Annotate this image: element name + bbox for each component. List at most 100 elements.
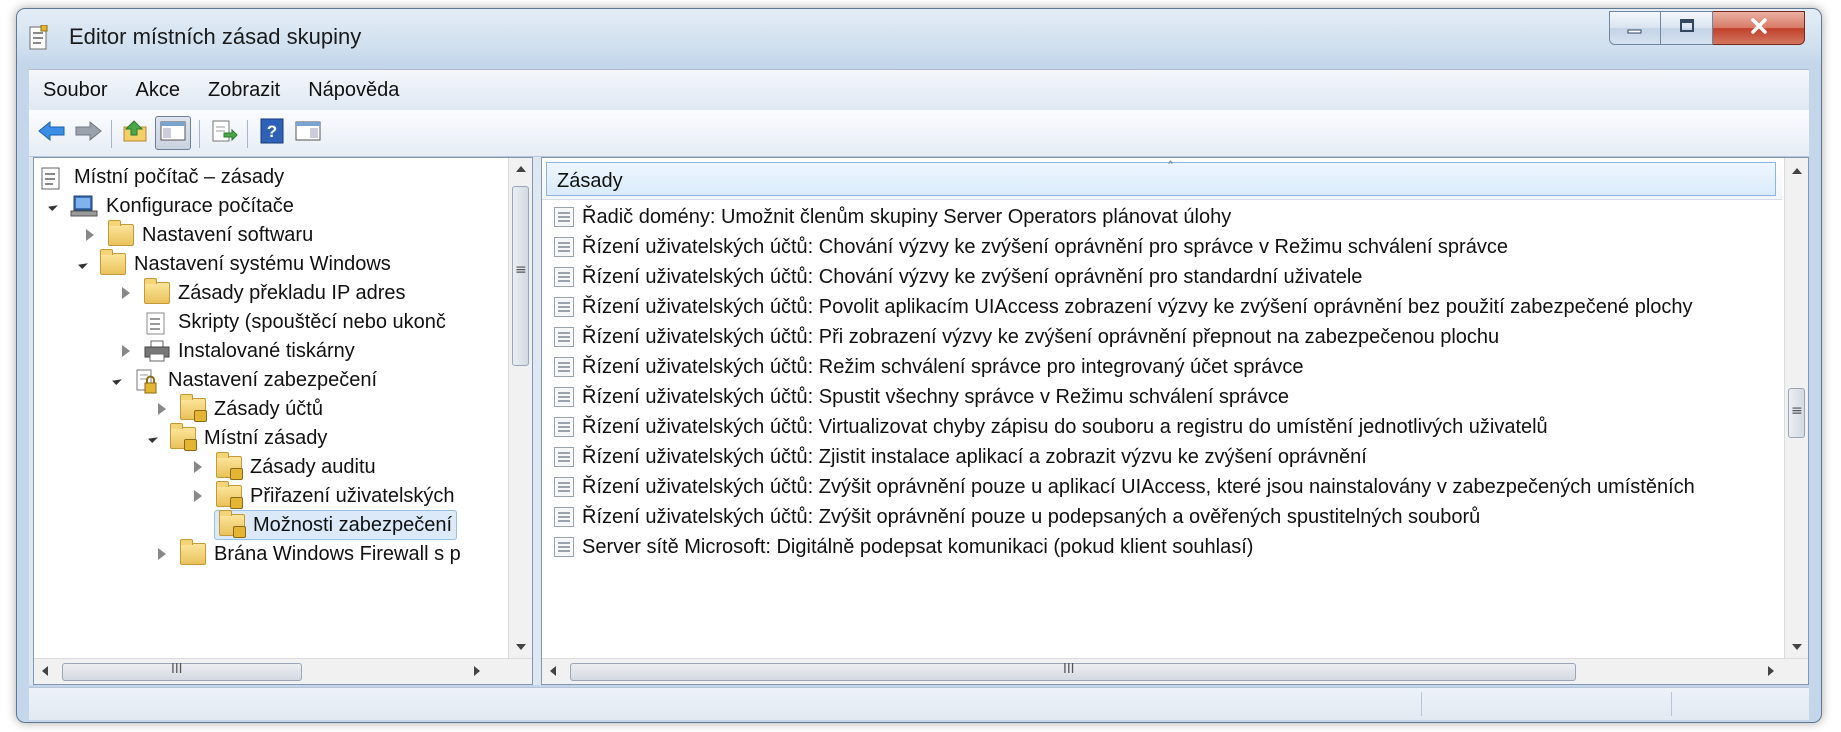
collapse-arrow-icon[interactable]	[194, 461, 202, 473]
collapse-arrow-icon[interactable]	[194, 490, 202, 502]
menu-napoveda[interactable]: Nápověda	[294, 79, 413, 102]
tree-item-scripts[interactable]: Skripty (spouštěcí nebo ukonč	[144, 307, 446, 337]
title-bar[interactable]: Editor místních zásad skupiny	[17, 9, 1821, 67]
list-item[interactable]: Řízení uživatelských účtů: Při zobrazení…	[554, 322, 1499, 352]
tree-item-computer-config[interactable]: Konfigurace počítače	[48, 191, 294, 221]
list-item-label: Řízení uživatelských účtů: Povolit aplik…	[582, 295, 1693, 318]
list-item[interactable]: Řízení uživatelských účtů: Spustit všech…	[554, 382, 1289, 412]
tree-item-account-policies[interactable]: Zásady účtů	[156, 394, 323, 424]
expand-arrow-icon[interactable]	[112, 375, 122, 385]
menu-akce[interactable]: Akce	[122, 79, 194, 102]
scroll-left-arrow-icon[interactable]	[550, 666, 556, 676]
scroll-down-arrow-icon[interactable]	[516, 644, 526, 650]
forward-button[interactable]	[73, 119, 103, 147]
list-item[interactable]: Řadič domény: Umožnit členům skupiny Ser…	[554, 202, 1231, 232]
up-one-level-button[interactable]	[121, 119, 151, 147]
list-item[interactable]: Server sítě Microsoft: Digitálně podepsa…	[554, 532, 1253, 562]
policy-setting-icon	[554, 537, 574, 557]
list-header: ˄ Zásady	[542, 158, 1782, 200]
locked-folder-icon	[219, 510, 246, 538]
export-list-button[interactable]	[209, 119, 239, 147]
expand-arrow-icon[interactable]	[48, 201, 58, 211]
scroll-down-arrow-icon[interactable]	[1792, 644, 1802, 650]
menu-soubor[interactable]: Soubor	[29, 79, 122, 102]
minimize-button[interactable]	[1609, 11, 1661, 45]
policy-setting-icon	[554, 267, 574, 287]
tree-item-user-rights[interactable]: Přiřazení uživatelských	[192, 481, 455, 511]
list-item-label: Řízení uživatelských účtů: Spustit všech…	[582, 385, 1289, 408]
locked-folder-icon	[216, 481, 243, 509]
list-item[interactable]: Řízení uživatelských účtů: Virtualizovat…	[554, 412, 1548, 442]
scroll-right-arrow-icon[interactable]	[1768, 666, 1774, 676]
tree-item-name-resolution[interactable]: Zásady překladu IP adres	[120, 278, 406, 308]
tree-item-windows-settings[interactable]: Nastavení systému Windows	[78, 249, 391, 279]
locked-folder-icon	[180, 394, 207, 422]
maximize-button[interactable]	[1661, 11, 1713, 45]
tree-item-label: Brána Windows Firewall s p	[214, 542, 461, 565]
list-item[interactable]: Řízení uživatelských účtů: Zvýšit oprávn…	[554, 502, 1480, 532]
policy-setting-icon	[554, 507, 574, 527]
policy-setting-icon	[554, 357, 574, 377]
policy-setting-icon	[554, 297, 574, 317]
tree-item-printers[interactable]: Instalované tiskárny	[120, 336, 355, 366]
list-horizontal-scrollbar[interactable]: III	[542, 658, 1808, 684]
menu-bar: Soubor Akce Zobrazit Nápověda	[29, 69, 1809, 110]
list-item[interactable]: Řízení uživatelských účtů: Chování výzvy…	[554, 232, 1508, 262]
list-vertical-scrollbar[interactable]: ≡	[1784, 158, 1808, 658]
policy-setting-icon	[554, 327, 574, 347]
list-vertical-scroll-thumb[interactable]: ≡	[1788, 388, 1805, 438]
app-window: Editor místních zásad skupiny Soubor Akc…	[16, 8, 1822, 723]
tree-item-security-options[interactable]: Možnosti zabezpečení	[214, 510, 458, 540]
policy-setting-icon	[554, 447, 574, 467]
scroll-up-arrow-icon[interactable]	[1792, 168, 1802, 174]
back-button[interactable]	[37, 119, 67, 147]
show-hide-tree-button[interactable]	[155, 116, 191, 150]
script-icon	[144, 311, 170, 335]
status-divider	[1421, 692, 1422, 716]
list-item[interactable]: Řízení uživatelských účtů: Povolit aplik…	[554, 292, 1693, 322]
tree-item-windows-firewall[interactable]: Brána Windows Firewall s p	[156, 539, 461, 569]
tree-item-root[interactable]: Místní počítač – zásady	[40, 162, 284, 192]
collapse-arrow-icon[interactable]	[122, 345, 130, 357]
help-button[interactable]: ?	[257, 118, 287, 147]
scroll-left-arrow-icon[interactable]	[42, 666, 48, 676]
scroll-up-arrow-icon[interactable]	[516, 166, 526, 172]
security-document-icon	[134, 369, 160, 394]
tree-item-security-settings[interactable]: Nastavení zabezpečení	[112, 365, 377, 395]
tree-item-label: Skripty (spouštěcí nebo ukonč	[178, 310, 446, 333]
status-divider	[1671, 692, 1672, 716]
collapse-arrow-icon[interactable]	[158, 548, 166, 560]
collapse-arrow-icon[interactable]	[158, 403, 166, 415]
expand-arrow-icon[interactable]	[78, 259, 88, 269]
column-header-zasady[interactable]: ˄ Zásady	[546, 160, 1776, 196]
action-pane-button[interactable]	[293, 119, 323, 147]
tree-horizontal-scrollbar[interactable]: III	[34, 658, 532, 684]
maximize-icon	[1678, 18, 1696, 38]
tree-vertical-scrollbar[interactable]: ≡	[508, 158, 532, 658]
policy-setting-icon	[554, 417, 574, 437]
expand-arrow-icon[interactable]	[148, 433, 158, 443]
printer-icon	[144, 340, 170, 362]
list-horizontal-scroll-thumb[interactable]: III	[570, 662, 1576, 681]
list-item[interactable]: Řízení uživatelských účtů: Chování výzvy…	[554, 262, 1362, 292]
tree-item-software-settings[interactable]: Nastavení softwaru	[84, 220, 313, 250]
list-item-label: Řízení uživatelských účtů: Zvýšit oprávn…	[582, 475, 1695, 498]
scroll-right-arrow-icon[interactable]	[474, 666, 480, 676]
selected-highlight: Možnosti zabezpečení	[214, 510, 458, 540]
close-button[interactable]	[1713, 11, 1805, 45]
close-icon	[1749, 17, 1769, 39]
tree-item-audit-policy[interactable]: Zásady auditu	[192, 452, 376, 482]
collapse-arrow-icon[interactable]	[86, 229, 94, 241]
tree-item-local-policies[interactable]: Místní zásady	[148, 423, 327, 453]
collapse-arrow-icon[interactable]	[122, 287, 130, 299]
folder-icon	[144, 278, 170, 304]
list-item[interactable]: Řízení uživatelských účtů: Zvýšit oprávn…	[554, 472, 1695, 502]
action-pane-icon	[295, 120, 321, 146]
folder-icon	[180, 539, 206, 565]
list-item[interactable]: Řízení uživatelských účtů: Režim schvále…	[554, 352, 1303, 382]
tree-item-label: Instalované tiskárny	[178, 339, 355, 362]
tree-horizontal-scroll-thumb[interactable]: III	[62, 662, 302, 681]
list-item[interactable]: Řízení uživatelských účtů: Zjistit insta…	[554, 442, 1367, 472]
tree-vertical-scroll-thumb[interactable]: ≡	[512, 186, 529, 366]
menu-zobrazit[interactable]: Zobrazit	[194, 79, 294, 102]
